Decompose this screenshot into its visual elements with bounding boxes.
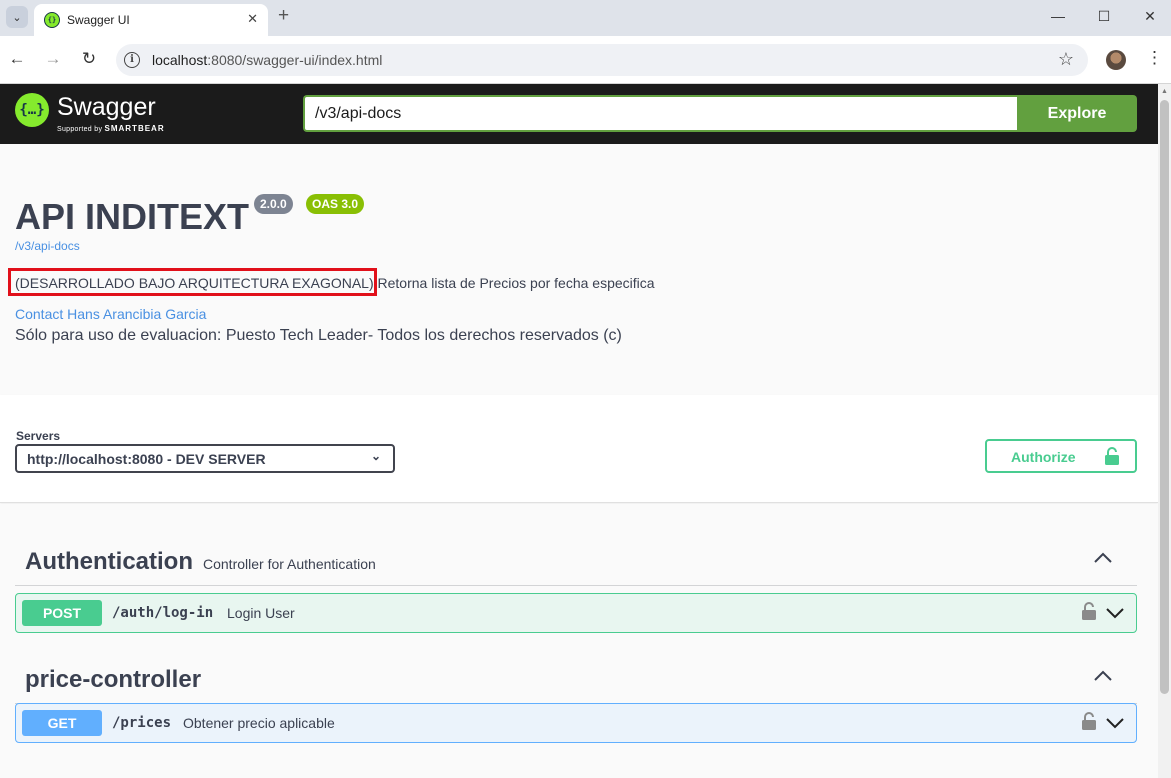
version-badge: 2.0.0 [254, 194, 293, 214]
servers-label: Servers [16, 429, 61, 443]
operation-path: /auth/log-in [112, 605, 214, 621]
bookmark-star-icon[interactable]: ☆ [1058, 49, 1074, 70]
explore-button[interactable]: Explore [1017, 95, 1137, 132]
authorize-button[interactable]: Authorize [985, 439, 1137, 473]
forward-icon[interactable]: → [42, 49, 64, 69]
url-text[interactable]: localhost:8080/swagger-ui/index.html [152, 52, 382, 68]
swagger-topbar: {…} Swagger Supported by SMARTBEAR /v3/a… [0, 84, 1158, 144]
operations-section: Authentication Controller for Authentica… [0, 504, 1158, 778]
scroll-up-icon[interactable]: ▲ [1161, 88, 1168, 95]
api-info: API INDITEXT 2.0.0 OAS 3.0 /v3/api-docs … [0, 144, 1158, 395]
scheme-container: Servers http://localhost:8080 - DEV SERV… [0, 395, 1158, 503]
chevron-up-icon[interactable] [1093, 668, 1113, 682]
tag-header-authentication[interactable]: Authentication Controller for Authentica… [15, 536, 1137, 586]
maximize-icon[interactable]: ☐ [1094, 8, 1114, 25]
tag-description: Controller for Authentication [203, 556, 376, 572]
swagger-brand: Swagger [57, 93, 156, 121]
lock-open-icon[interactable] [1082, 602, 1096, 620]
tag-header-price-controller[interactable]: price-controller [15, 654, 1137, 704]
lock-open-icon[interactable] [1082, 712, 1096, 730]
scrollbar-thumb[interactable] [1160, 100, 1169, 694]
lock-open-icon [1105, 447, 1119, 465]
operation-path: /prices [112, 715, 172, 731]
chevron-up-icon[interactable] [1093, 550, 1113, 564]
tag-name: price-controller [25, 666, 202, 693]
method-badge: GET [22, 710, 102, 736]
api-description: (DESARROLLADO BAJO ARQUITECTURA EXAGONAL… [15, 275, 655, 291]
tab-close-icon[interactable]: ✕ [247, 11, 258, 27]
chevron-down-icon: ⌄ [370, 449, 381, 463]
chevron-down-icon[interactable] [1106, 607, 1124, 619]
swagger-favicon-icon: {} [44, 12, 60, 28]
browser-toolbar: ← → ↻ i localhost:8080/swagger-ui/index.… [0, 36, 1171, 84]
servers-selected-value: http://localhost:8080 - DEV SERVER [27, 451, 266, 467]
browser-tabstrip: ⌄ {} Swagger UI ✕ + — ☐ ✕ [0, 0, 1171, 36]
address-bar[interactable]: i localhost:8080/swagger-ui/index.html ☆ [116, 44, 1088, 76]
tab-title: Swagger UI [67, 13, 130, 27]
page-scrollbar[interactable]: ▲ [1158, 84, 1171, 778]
opblock-post-auth-log-in[interactable]: POST /auth/log-in Login User [15, 593, 1137, 633]
back-icon[interactable]: ← [6, 49, 28, 69]
browser-menu-icon[interactable]: ⋮ [1146, 48, 1163, 68]
spec-url-input[interactable]: /v3/api-docs [303, 95, 1019, 132]
authorize-label: Authorize [1011, 449, 1076, 465]
swagger-logo-icon[interactable]: {…} [15, 93, 49, 127]
reload-icon[interactable]: ↻ [78, 49, 100, 69]
servers-select[interactable]: http://localhost:8080 - DEV SERVER ⌄ [15, 444, 395, 473]
new-tab-icon[interactable]: + [278, 5, 289, 27]
opblock-get-prices[interactable]: GET /prices Obtener precio aplicable [15, 703, 1137, 743]
oas-badge: OAS 3.0 [306, 194, 365, 214]
chevron-down-icon[interactable] [1106, 717, 1124, 729]
operation-summary: Login User [227, 605, 295, 621]
site-info-icon[interactable]: i [124, 52, 140, 68]
spec-link[interactable]: /v3/api-docs [15, 239, 80, 253]
operation-summary: Obtener precio aplicable [183, 715, 335, 731]
tag-name: Authentication [25, 548, 193, 575]
method-badge: POST [22, 600, 102, 626]
api-title: API INDITEXT [15, 196, 250, 237]
close-window-icon[interactable]: ✕ [1140, 8, 1160, 25]
browser-tab[interactable]: {} Swagger UI ✕ [34, 4, 268, 36]
profile-avatar[interactable] [1106, 50, 1126, 70]
minimize-icon[interactable]: — [1048, 8, 1068, 24]
supported-by-text: Supported by SMARTBEAR [57, 124, 165, 133]
license-text: Sólo para uso de evaluacion: Puesto Tech… [15, 327, 622, 344]
contact-link[interactable]: Contact Hans Arancibia Garcia [15, 306, 206, 322]
tab-search-chevron-icon[interactable]: ⌄ [6, 6, 28, 28]
